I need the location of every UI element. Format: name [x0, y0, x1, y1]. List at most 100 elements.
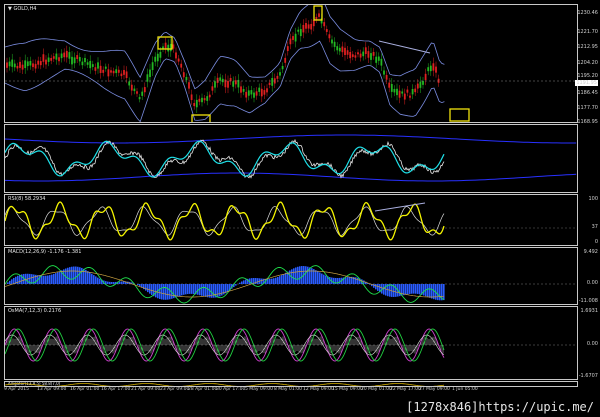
candle-body	[76, 55, 79, 59]
macd-histogram-bar	[161, 284, 163, 300]
time-tick: 21 Apr 09:00	[131, 387, 161, 392]
candle-body	[416, 83, 419, 89]
macd-histogram-bar	[221, 284, 223, 296]
price-tick: 1212.95	[577, 44, 598, 50]
macd-histogram-bar	[73, 266, 75, 284]
candle-body	[315, 16, 318, 20]
candle-body	[268, 82, 271, 86]
macd-histogram-bar	[257, 278, 259, 284]
rsi-tick: 0	[594, 239, 598, 245]
price-tick: 1186.45	[577, 90, 598, 96]
macd-histogram-bar	[97, 277, 99, 284]
time-tick: 22 May 17:00	[390, 387, 421, 392]
candle-body	[11, 59, 14, 67]
osma-pane[interactable]: OsMA(7,12,3) 0.2176	[4, 306, 578, 380]
candle-body	[432, 63, 435, 71]
macd-histogram-bar	[345, 277, 347, 284]
macd-histogram-bar	[59, 271, 61, 284]
candle-body	[198, 98, 201, 102]
macd-histogram-bar	[431, 284, 433, 299]
time-tick: 12 May 09:00	[303, 387, 334, 392]
candle-body	[203, 98, 206, 101]
candle-body	[338, 47, 341, 52]
candle-body	[47, 57, 50, 62]
candle-body	[388, 82, 391, 88]
candle-body	[253, 92, 255, 98]
macd-tick: 0.00	[586, 280, 598, 286]
candle-body	[55, 53, 58, 60]
candle-body	[71, 56, 73, 65]
macd-histogram-bar	[427, 284, 429, 297]
candle-body	[141, 91, 144, 96]
candle-body	[227, 80, 229, 88]
macd-histogram-bar	[269, 278, 271, 284]
macd-histogram-bar	[177, 284, 179, 297]
candle-body	[390, 83, 393, 92]
macd-histogram-bar	[437, 284, 439, 301]
time-tick: 28 Apr 01:00	[188, 387, 218, 392]
macd-histogram-bar	[89, 272, 91, 284]
candle-body	[346, 50, 349, 55]
rsi-pane[interactable]: RSI(8) 58.2934	[4, 194, 578, 246]
candle-body	[128, 81, 131, 86]
candle-body	[195, 99, 198, 108]
candle-body	[224, 79, 227, 88]
macd-histogram-bar	[377, 284, 379, 291]
macd-histogram-bar	[219, 284, 221, 297]
candle-body	[24, 60, 27, 69]
time-tick: 20 May 01:00	[361, 387, 392, 392]
candle-body	[136, 91, 138, 94]
candle-body	[63, 52, 66, 58]
macd-histogram-bar	[155, 284, 157, 298]
macd-histogram-bar	[169, 284, 171, 300]
macd-histogram-bar	[185, 284, 187, 295]
candle-body	[78, 57, 81, 62]
rsi-chart	[5, 201, 577, 241]
candle-body	[323, 22, 326, 27]
rsi-line	[5, 201, 445, 241]
candle-body	[52, 56, 55, 59]
macd-histogram-bar	[417, 284, 419, 294]
macd-histogram-bar	[443, 284, 445, 301]
macd-histogram-bar	[261, 278, 263, 284]
candle-body	[325, 29, 328, 32]
candle-body	[107, 69, 110, 77]
macd-tick: -11.008	[578, 298, 598, 304]
candle-body	[242, 88, 245, 92]
watermark-bar: [1278x846]https://upic.me/	[0, 396, 600, 417]
price-pane[interactable]: ▼ GOLD,H4	[4, 4, 578, 123]
time-tick: 1 Jun 05:00	[452, 387, 478, 392]
candle-body	[232, 81, 235, 87]
candle-body	[370, 53, 372, 60]
macd-histogram-bar	[235, 284, 237, 286]
candle-body	[175, 52, 177, 59]
macd-histogram-bar	[279, 276, 281, 284]
candle-body	[60, 53, 63, 59]
macd-histogram-bar	[239, 282, 241, 284]
price-tick: 1195.20	[577, 73, 598, 79]
macd-histogram-bar	[405, 284, 407, 295]
candle-body	[344, 47, 346, 56]
macd-histogram-bar	[409, 284, 411, 294]
candle-body	[341, 46, 344, 53]
candle-body	[164, 42, 167, 49]
candle-body	[180, 63, 183, 68]
macd-histogram-bar	[301, 266, 303, 284]
macd-histogram-bar	[207, 284, 209, 298]
candle-body	[167, 44, 170, 52]
candle-body	[240, 86, 242, 93]
macd-histogram-bar	[95, 276, 97, 284]
candle-body	[357, 52, 359, 55]
candle-body	[385, 75, 388, 80]
macd-pane[interactable]: MACD(12,26,9) -1.176 -1.381	[4, 247, 578, 305]
macd-histogram-bar	[47, 275, 49, 284]
macd-histogram-bar	[183, 284, 185, 295]
candle-body	[190, 94, 193, 101]
current-price-tag: 1191.95	[575, 80, 598, 86]
macd-chart	[5, 265, 577, 304]
candle-body	[68, 52, 71, 59]
envelope-oscillator-pane[interactable]	[4, 124, 578, 193]
macd-histogram-bar	[187, 284, 189, 295]
macd-histogram-bar	[275, 277, 277, 284]
candle-body	[247, 90, 250, 96]
